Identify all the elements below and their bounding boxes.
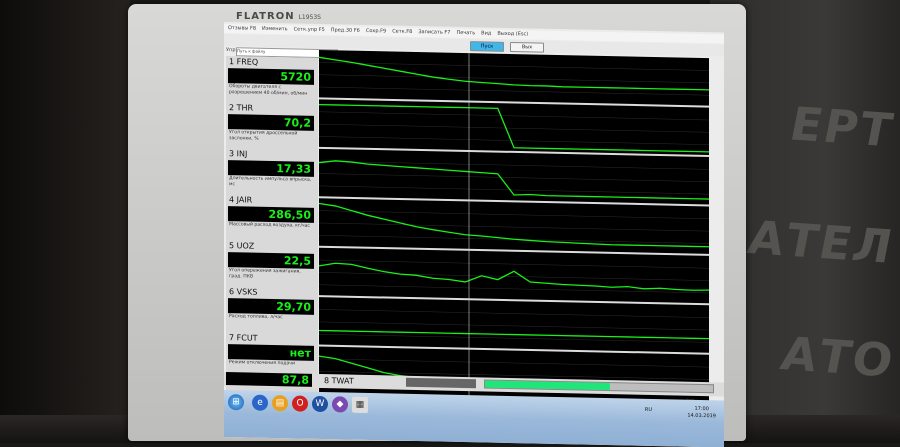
menu-item[interactable]: Записать F7 [418, 28, 450, 38]
grid-line [319, 321, 709, 331]
language-indicator[interactable]: RU [645, 407, 652, 413]
progress-fill [485, 380, 611, 391]
exit-button[interactable]: Вых [510, 41, 544, 53]
param-desc: Расход топлива, л/час [229, 314, 283, 321]
param-desc: Режим отключения подачи [229, 360, 295, 367]
series-line-freq [318, 56, 709, 91]
brand-name: FLATRON [236, 11, 295, 22]
param-block: 4 JAIR 286,50 Массовый расход воздуха, кг/… [226, 194, 318, 238]
background-left [0, 0, 130, 443]
grid-line [319, 222, 709, 232]
grid-line [319, 123, 709, 133]
twat-value: 87,8 [226, 372, 312, 387]
menu-item[interactable]: Печать [456, 29, 475, 38]
strip-separator [319, 295, 709, 306]
windows-start-icon[interactable]: ⊞ [228, 394, 244, 411]
param-desc: Массовый расход воздуха, кг/час [229, 222, 310, 229]
taskbar: ⊞ e ▤ O W ◆ ▦ RU 17:00 14.03.2019 [224, 390, 724, 447]
wall-text-3: АТО [781, 326, 894, 388]
param-name: 7 FCUT [229, 333, 258, 343]
param-name: 6 VSKS [229, 287, 258, 297]
param-name: 2 THR [229, 103, 254, 113]
word-icon[interactable]: W [312, 395, 328, 413]
param-value: нет [228, 344, 314, 361]
clock-date: 14.03.2019 [687, 412, 716, 420]
menu-item[interactable]: Отзывы F8 [228, 24, 256, 34]
clock[interactable]: 17:00 14.03.2019 [687, 406, 716, 421]
param-name: 5 UOZ [229, 241, 255, 251]
param-value: 70,2 [228, 114, 314, 131]
grid-line [319, 185, 709, 195]
grid-line [319, 111, 709, 121]
grid-line [319, 259, 709, 269]
param-value: 29,70 [228, 298, 314, 315]
app-icon[interactable]: ◆ [332, 396, 348, 413]
param-desc: Угол открытия дроссельной заслонки, % [229, 130, 298, 142]
grid-line [319, 272, 709, 281]
start-button[interactable]: Пуск [470, 41, 504, 52]
wall-text-2: АТЕЛ [749, 209, 894, 275]
strip-separator [319, 344, 709, 355]
param-name: 3 INJ [229, 149, 248, 159]
param-desc: Угол опережения зажигания, град. ПКВ [229, 268, 301, 280]
series-line-jair [318, 202, 709, 248]
param-block: 1 FREQ 5720 Обороты двигателя с разрешение… [226, 56, 318, 100]
folder-icon[interactable]: ▤ [272, 395, 288, 412]
brand-model: L1953S [298, 14, 321, 21]
menu-item[interactable]: Выход (Esc) [497, 30, 528, 40]
chart-svg [318, 53, 710, 405]
param-block: 2 THR 70,2 Угол открытия дроссельной засло… [226, 102, 318, 146]
param-block: 3 INJ 17,33 Длительность импульса впрыска,… [226, 148, 318, 192]
progress-left [406, 377, 476, 389]
menu-item[interactable]: Изменить [262, 25, 288, 35]
monitor-brand: FLATRON L1953S [236, 11, 321, 22]
series-line-inj [318, 160, 709, 200]
param-desc: Обороты двигателя с разрешением 40 об/ми… [229, 84, 308, 97]
menu-item[interactable]: Пред.30 F6 [331, 26, 360, 36]
param-block: 5 UOZ 22,5 Угол опережения зажигания, град… [226, 240, 318, 284]
menu-item[interactable]: Сетк.упр F5 [294, 25, 325, 35]
menu-item[interactable]: Сетк.F8 [392, 28, 412, 37]
param-value: 17,33 [228, 160, 314, 177]
app-window-icon[interactable]: ▦ [352, 396, 368, 414]
monitor: FLATRONL1953S LG Отзывы F8ИзменитьСетк.у… [128, 4, 746, 447]
param-value: 286,50 [228, 206, 314, 223]
grid-line [319, 136, 709, 145]
file-label: Упр [226, 47, 236, 54]
grid-line [319, 173, 709, 182]
param-value: 22,5 [228, 252, 314, 269]
param-block: 6 VSKS 29,70 Расход топлива, л/час [226, 286, 318, 330]
strip-separator [319, 196, 709, 207]
screen: Отзывы F8 Изменить Сетк.упр F5 Пред.30 F6 Со… [224, 22, 724, 447]
chart-area [318, 49, 710, 405]
param-desc: Длительность импульса впрыска, мс [229, 176, 312, 187]
grid-line [319, 333, 709, 343]
grid-line [319, 358, 709, 368]
param-panel: 1 FREQ 5720 Обороты двигателя с разрешение… [226, 56, 318, 396]
strip-separator [319, 245, 709, 256]
param-name: 4 JAIR [229, 195, 253, 205]
menu-item[interactable]: Сохр.F9 [366, 27, 386, 36]
strip-separator [319, 146, 709, 158]
param-block: 7 FCUT нет Режим отключения подачи [226, 332, 318, 376]
grid-line [319, 309, 709, 318]
grid-line [319, 74, 709, 84]
wall-text-1: ЕРТ [791, 96, 894, 158]
series-line-vsks [319, 329, 709, 340]
progress-bar [484, 379, 714, 394]
ie-icon[interactable]: e [252, 394, 268, 411]
param-name: 1 FREQ [229, 57, 259, 67]
menu-item[interactable]: Вид [481, 29, 491, 38]
param-value: 5720 [228, 68, 314, 85]
twat-name: 8 TWAT [324, 376, 354, 386]
opera-icon[interactable]: O [292, 395, 308, 412]
